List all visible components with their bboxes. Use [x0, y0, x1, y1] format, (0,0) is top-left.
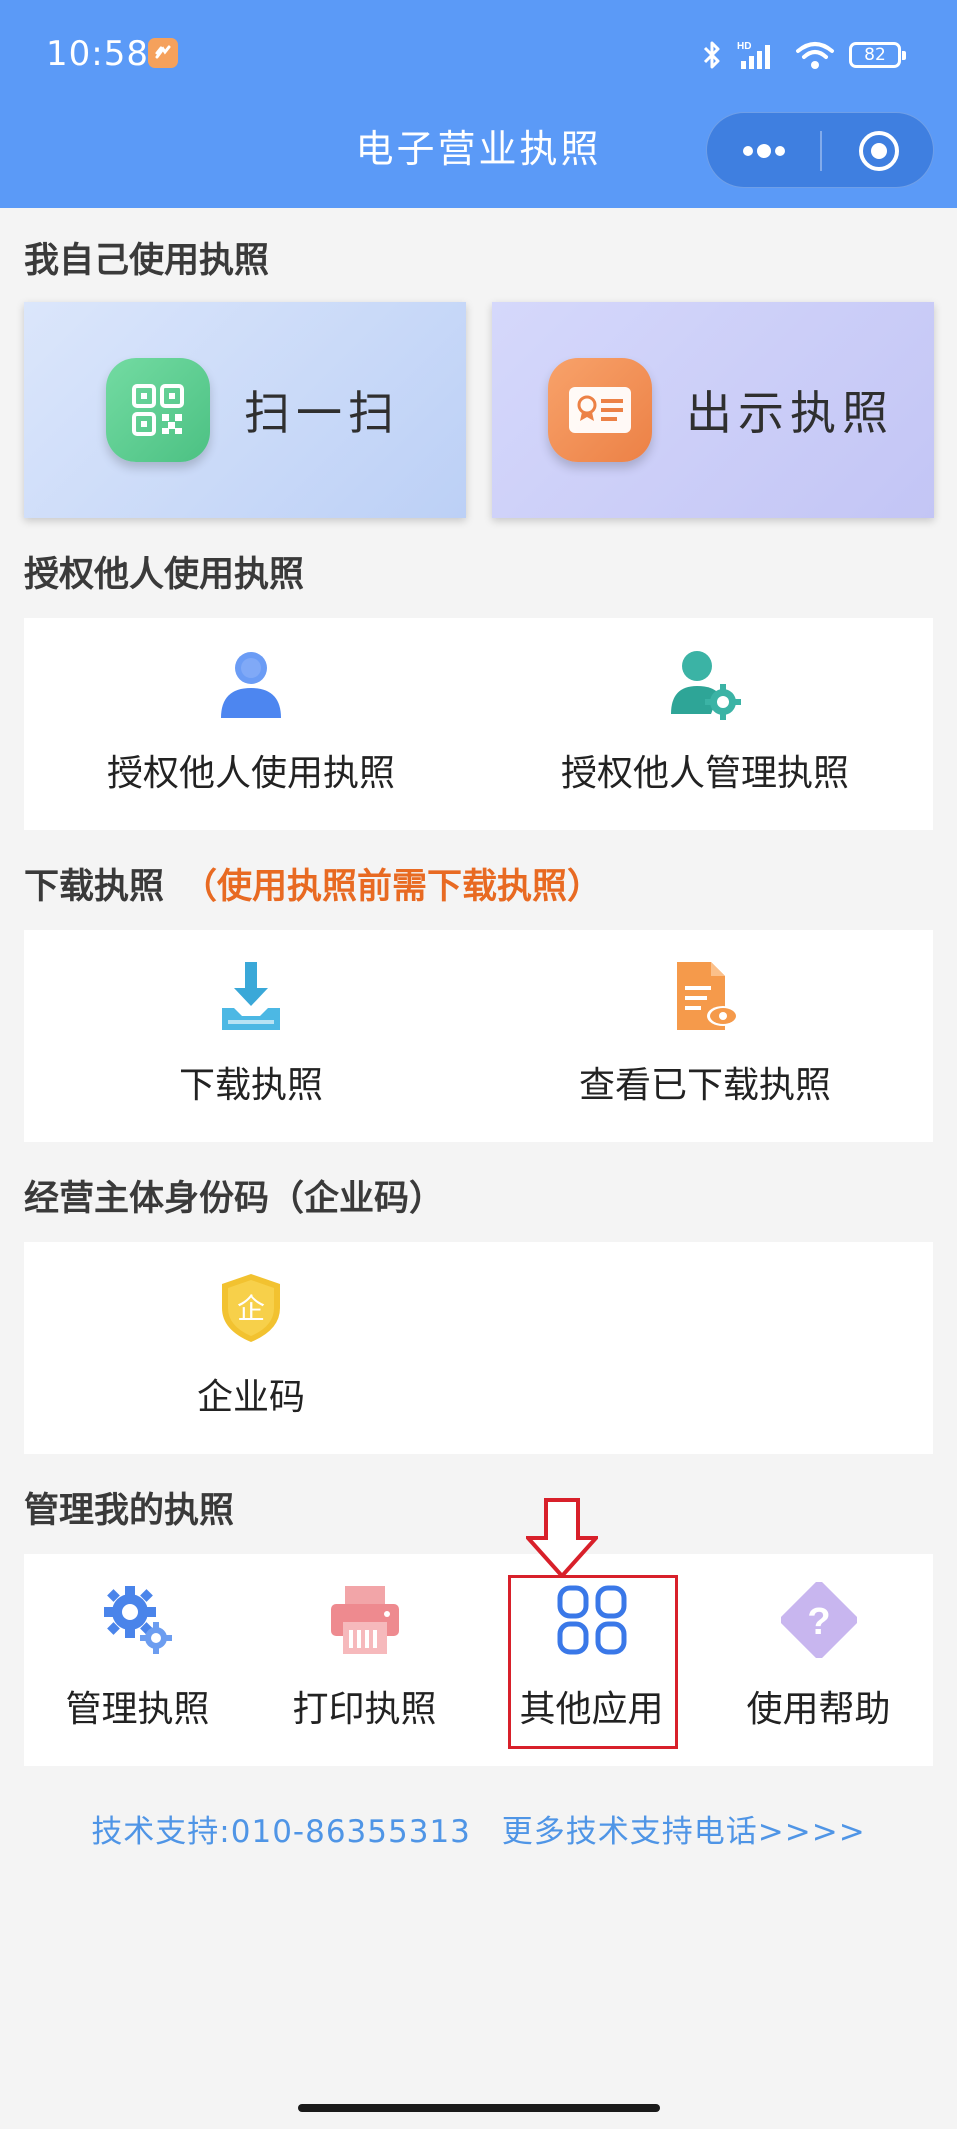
license-card-icon	[548, 358, 652, 462]
wifi-icon	[796, 42, 834, 69]
svg-text:HD: HD	[737, 41, 751, 52]
app-notification-icon	[148, 38, 178, 68]
target-close-icon	[858, 131, 899, 171]
help-label: 使用帮助	[746, 1689, 891, 1730]
support-phone-link[interactable]: 技术支持:010-86355313	[91, 1814, 471, 1850]
more-dots-icon	[742, 144, 785, 158]
download-title-text: 下载执照	[24, 867, 165, 907]
authorize-use-tile[interactable]: 授权他人使用执照	[24, 618, 478, 830]
battery-indicator: 82	[849, 42, 906, 68]
status-icons: HD 82	[701, 38, 906, 72]
download-panel: 下载执照 查看已下载执照	[24, 930, 933, 1142]
more-button[interactable]	[707, 113, 820, 189]
more-support-link[interactable]: 更多技术支持电话>>>>	[502, 1814, 866, 1850]
person-icon	[213, 646, 289, 722]
manage-license-label: 管理执照	[65, 1689, 210, 1730]
show-license-card[interactable]: 出示执照	[492, 302, 934, 518]
print-license-tile[interactable]: 打印执照	[251, 1554, 478, 1766]
close-button[interactable]	[822, 113, 935, 189]
download-license-tile[interactable]: 下载执照	[24, 930, 478, 1142]
highlight-box	[508, 1575, 678, 1749]
help-tile[interactable]: ? 使用帮助	[705, 1554, 932, 1766]
support-bar: 技术支持:010-86355313 更多技术支持电话>>>>	[0, 1806, 957, 1851]
scan-label: 扫一扫	[244, 386, 400, 440]
cellular-signal-icon: HD	[737, 41, 770, 69]
manage-license-tile[interactable]: 管理执照	[24, 1554, 251, 1766]
section-title-code: 经营主体身份码（企业码）	[24, 1179, 445, 1219]
gears-icon	[100, 1582, 176, 1658]
down-arrow-annotation-icon	[526, 1498, 598, 1578]
section-title-authorize: 授权他人使用执照	[24, 555, 305, 595]
person-gear-icon	[667, 646, 743, 722]
section-title-self: 我自己使用执照	[24, 241, 270, 281]
enterprise-code-label: 企业码	[196, 1377, 305, 1418]
authorize-manage-tile[interactable]: 授权他人管理执照	[478, 618, 932, 830]
document-view-icon	[667, 958, 743, 1034]
battery-level: 82	[864, 45, 886, 65]
header-bar: 10:58 HD 82 电子营业执照	[0, 0, 957, 208]
scan-card[interactable]: 扫一扫	[24, 302, 466, 518]
print-license-label: 打印执照	[292, 1689, 437, 1730]
help-icon: ?	[780, 1582, 857, 1658]
show-license-label: 出示执照	[686, 386, 894, 440]
qr-scan-icon	[106, 358, 210, 462]
download-hint: （使用执照前需下载执照）	[182, 867, 603, 907]
authorize-manage-label: 授权他人管理执照	[560, 753, 849, 794]
code-panel: 企 企业码	[24, 1242, 933, 1454]
home-indicator[interactable]	[298, 2104, 660, 2112]
view-downloaded-tile[interactable]: 查看已下载执照	[478, 930, 932, 1142]
printer-icon	[327, 1582, 403, 1658]
download-license-label: 下载执照	[178, 1065, 323, 1106]
download-icon	[216, 958, 286, 1034]
bluetooth-icon	[703, 41, 720, 69]
section-title-download: 下载执照 （使用执照前需下载执照）	[24, 858, 602, 909]
section-title-manage: 管理我的执照	[24, 1491, 235, 1531]
status-time: 10:58	[46, 34, 149, 74]
view-downloaded-label: 查看已下载执照	[578, 1065, 831, 1106]
enterprise-shield-icon: 企	[218, 1270, 284, 1346]
enterprise-glyph: 企	[237, 1292, 265, 1325]
authorize-use-label: 授权他人使用执照	[106, 753, 395, 794]
authorize-panel: 授权他人使用执照 授权他人管理执照	[24, 618, 933, 830]
enterprise-code-tile[interactable]: 企 企业码	[24, 1242, 478, 1454]
svg-text:?: ?	[807, 1601, 830, 1643]
mini-program-capsule	[706, 112, 934, 188]
manage-panel: 管理执照 打印执照 其他应用 ? 使用帮助	[24, 1554, 933, 1766]
